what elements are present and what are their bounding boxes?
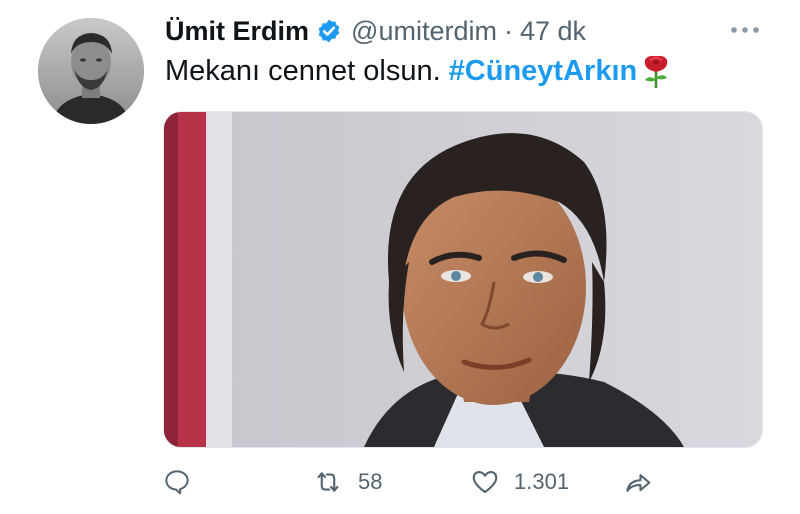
reply-button[interactable] bbox=[160, 462, 194, 502]
retweet-icon bbox=[317, 472, 339, 492]
more-options-button[interactable] bbox=[728, 18, 762, 42]
retweet-count: 58 bbox=[358, 469, 383, 494]
reply-icon bbox=[165, 470, 189, 495]
tweet-body: Mekanı cennet olsun. bbox=[165, 54, 441, 87]
tweet-header: Ümit Erdim @umiterdim · 47 dk bbox=[165, 14, 586, 48]
tweet-actions: 58 1.301 bbox=[160, 462, 680, 502]
avatar-image bbox=[38, 18, 144, 124]
tweet-media-image[interactable] bbox=[163, 111, 763, 448]
like-button[interactable]: 1.301 bbox=[468, 462, 569, 502]
share-button[interactable] bbox=[620, 462, 656, 502]
like-icon bbox=[472, 470, 498, 494]
hashtag-link[interactable]: #CüneytArkın bbox=[449, 55, 638, 88]
photo-portrait bbox=[164, 112, 762, 447]
author-handle[interactable]: @umiterdim bbox=[351, 16, 497, 47]
retweet-button[interactable]: 58 bbox=[310, 462, 382, 502]
more-options-icon bbox=[731, 27, 759, 33]
verified-badge-icon bbox=[318, 19, 340, 43]
rose-emoji-icon bbox=[644, 55, 668, 88]
tweet-text: Mekanı cennet olsun. #CüneytArkın bbox=[165, 52, 673, 90]
avatar[interactable] bbox=[38, 18, 144, 124]
author-name[interactable]: Ümit Erdim bbox=[165, 16, 309, 47]
like-count: 1.301 bbox=[514, 469, 570, 494]
timestamp[interactable]: 47 dk bbox=[520, 16, 586, 47]
separator-dot: · bbox=[503, 15, 513, 46]
share-icon bbox=[626, 474, 651, 492]
